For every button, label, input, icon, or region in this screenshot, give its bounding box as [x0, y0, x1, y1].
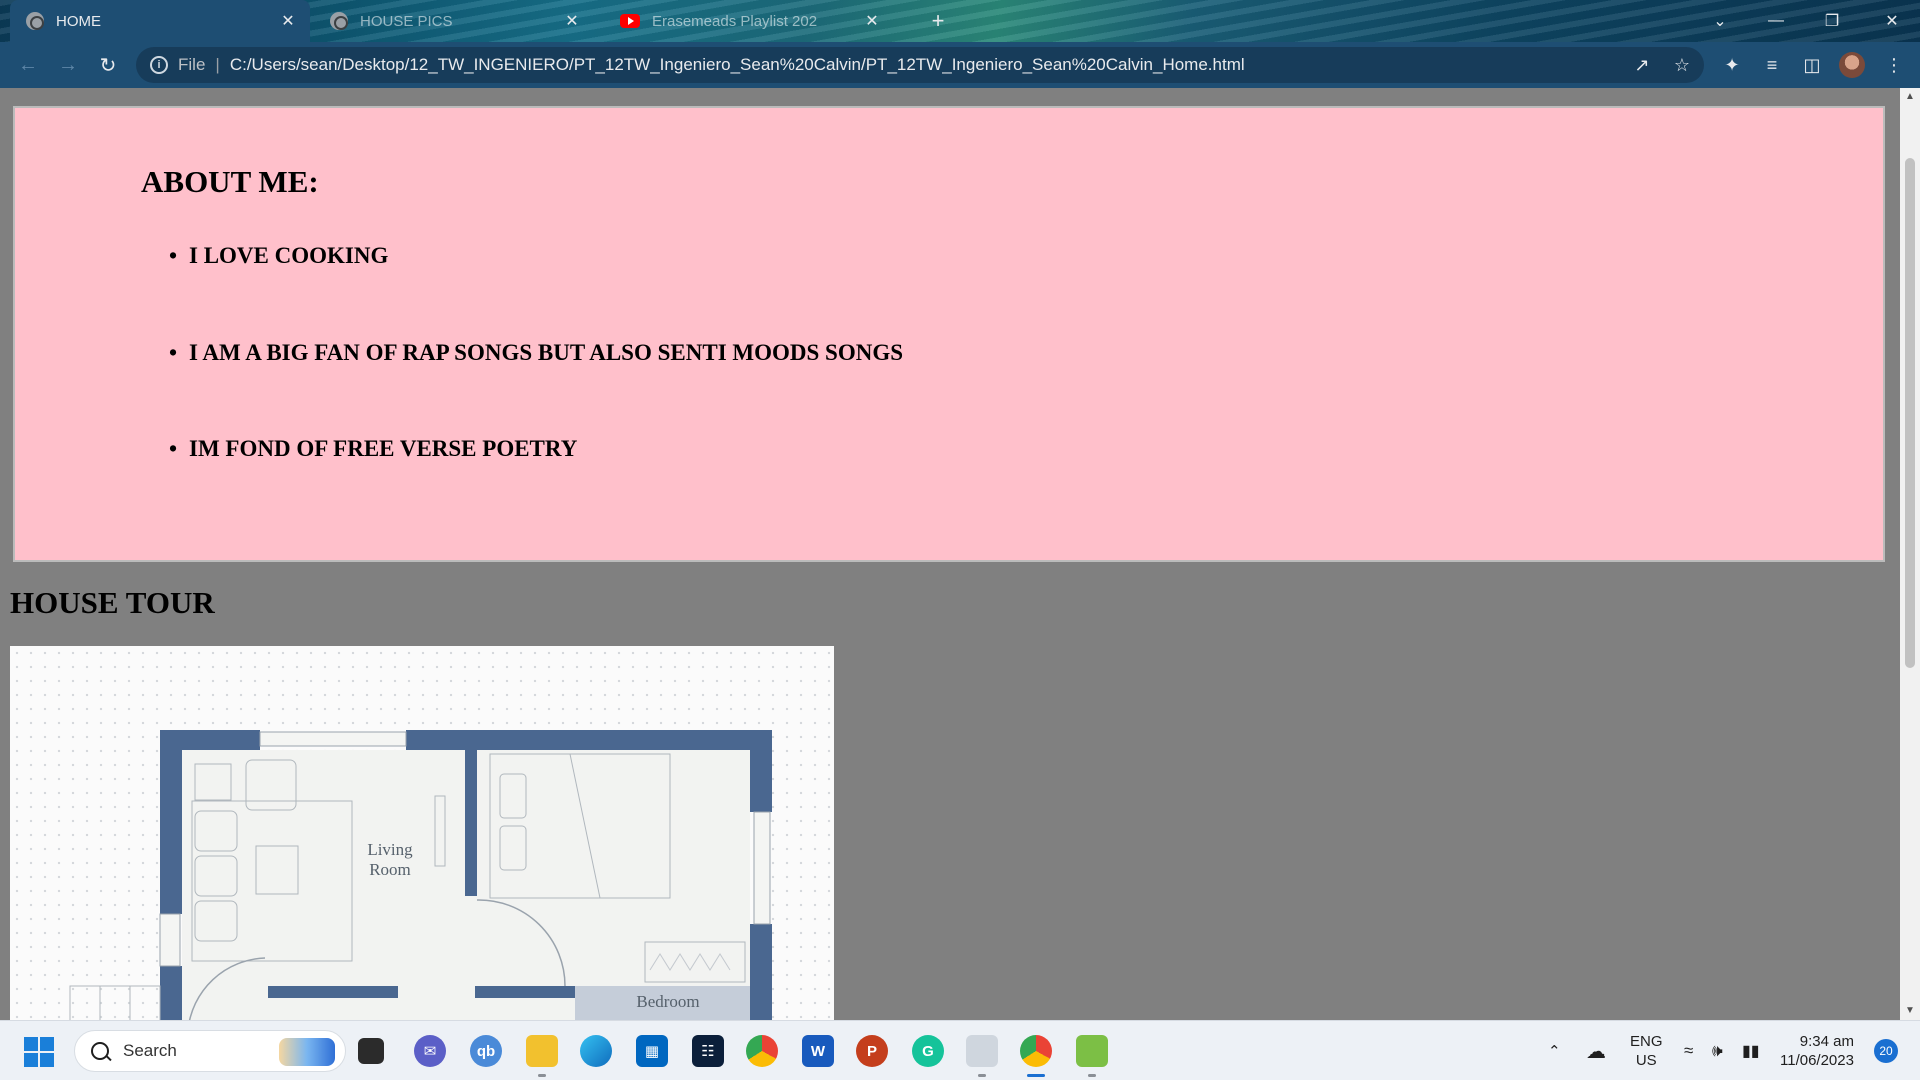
chrome-profile-icon[interactable]: [1020, 1035, 1052, 1077]
minimize-button[interactable]: —: [1748, 0, 1804, 42]
show-hidden-icons-chevron-icon[interactable]: ⌃: [1548, 1021, 1561, 1080]
paint-icon[interactable]: [1076, 1035, 1108, 1077]
menu-kebab-icon[interactable]: ⋮: [1882, 55, 1906, 77]
language-line2: US: [1635, 1052, 1657, 1069]
tab-label: Erasemeads Playlist 202: [652, 12, 818, 30]
tab-label: HOME: [56, 12, 101, 30]
youtube-icon: [620, 14, 640, 28]
restore-button[interactable]: ❐: [1804, 0, 1860, 42]
globe-icon: [26, 12, 44, 30]
list-item: I LOVE COOKING: [169, 243, 388, 269]
language-indicator[interactable]: ENG US: [1630, 1021, 1663, 1080]
close-tab-icon[interactable]: ✕: [562, 11, 582, 31]
site-info-icon[interactable]: i: [150, 56, 168, 74]
extensions-puzzle-icon[interactable]: ✦: [1720, 55, 1744, 77]
scroll-up-arrow-icon[interactable]: ▲: [1900, 88, 1920, 106]
tab-label: HOUSE PICS: [360, 12, 453, 30]
close-tab-icon[interactable]: ✕: [278, 11, 298, 31]
task-view-icon[interactable]: [358, 1038, 384, 1064]
page-scrollbar[interactable]: ▲ ▼: [1900, 88, 1920, 1020]
search-label: Search: [123, 1041, 177, 1060]
search-highlight-illustration: [279, 1038, 335, 1066]
search-icon: [91, 1042, 109, 1060]
globe-icon: [330, 12, 348, 30]
close-tab-icon[interactable]: ✕: [862, 11, 882, 31]
windows-taskbar: Search ✉ qb ▦ ☷ W P G ⌃ ☁ ENG US ≈ 🕪 ▮▮ …: [0, 1020, 1920, 1080]
tab-search-dropdown-icon[interactable]: ⌄: [1692, 0, 1748, 42]
qb-app-icon[interactable]: qb: [470, 1035, 502, 1067]
wifi-icon[interactable]: ≈: [1684, 1021, 1693, 1080]
battery-icon[interactable]: ▮▮: [1742, 1021, 1760, 1080]
bookmark-star-icon[interactable]: ☆: [1672, 55, 1692, 75]
windows-start-icon[interactable]: [24, 1037, 54, 1067]
side-panel-icon[interactable]: ◫: [1800, 55, 1824, 77]
edge-icon[interactable]: [580, 1035, 612, 1067]
volume-icon[interactable]: 🕪: [1712, 1021, 1723, 1080]
share-icon[interactable]: ↗: [1632, 55, 1652, 75]
chrome-icon[interactable]: [746, 1035, 778, 1067]
url-scheme: File: [178, 55, 206, 74]
word-icon[interactable]: W: [802, 1035, 834, 1067]
scrollbar-thumb[interactable]: [1905, 158, 1915, 668]
address-bar[interactable]: i File | C:/Users/sean/Desktop/12_TW_ING…: [136, 47, 1704, 83]
browser-toolbar: ← → ↻ i File | C:/Users/sean/Desktop/12_…: [0, 42, 1920, 88]
notification-badge[interactable]: 20: [1874, 1039, 1898, 1063]
browser-tab-strip: HOME ✕ HOUSE PICS ✕ Erasemeads Playlist …: [0, 0, 1920, 42]
floor-plan-image: Living Room Bedroom: [10, 646, 834, 1020]
taskbar-search-box[interactable]: Search: [74, 1030, 346, 1072]
profile-avatar[interactable]: [1839, 52, 1865, 78]
room-label-living: Living: [367, 840, 413, 859]
tab-house-pics[interactable]: HOUSE PICS ✕: [318, 0, 594, 42]
teams-icon[interactable]: ✉: [414, 1035, 446, 1067]
powerpoint-icon[interactable]: P: [856, 1035, 888, 1067]
close-window-button[interactable]: ✕: [1864, 0, 1920, 42]
page-viewport: ABOUT ME: I LOVE COOKING I AM A BIG FAN …: [0, 88, 1900, 1020]
about-me-heading: ABOUT ME:: [141, 164, 319, 199]
clock-date: 11/06/2023: [1780, 1052, 1854, 1069]
room-label-room: Room: [369, 860, 411, 879]
url-separator: |: [215, 55, 220, 74]
store-icon[interactable]: ▦: [636, 1035, 668, 1067]
list-item: I AM A BIG FAN OF RAP SONGS BUT ALSO SEN…: [169, 340, 903, 366]
house-tour-heading: HOUSE TOUR: [10, 585, 215, 620]
floor-plan-drawing: Living Room Bedroom: [69, 730, 772, 1020]
scroll-down-arrow-icon[interactable]: ▼: [1900, 1002, 1920, 1020]
forward-arrow-icon[interactable]: →: [48, 47, 88, 83]
notepad-icon[interactable]: [966, 1035, 998, 1077]
list-item: IM FOND OF FREE VERSE POETRY: [169, 436, 577, 462]
file-explorer-icon[interactable]: [526, 1035, 558, 1077]
new-tab-button[interactable]: +: [924, 8, 952, 34]
grammarly-icon[interactable]: G: [912, 1035, 944, 1067]
back-arrow-icon[interactable]: ←: [8, 47, 48, 83]
url-text[interactable]: C:/Users/sean/Desktop/12_TW_INGENIERO/PT…: [230, 55, 1245, 75]
language-line1: ENG: [1630, 1033, 1663, 1050]
onedrive-cloud-icon[interactable]: ☁: [1586, 1021, 1606, 1080]
reading-list-icon[interactable]: ≡: [1760, 55, 1784, 77]
tab-youtube-playlist[interactable]: Erasemeads Playlist 202 ✕: [608, 0, 894, 42]
clock[interactable]: 9:34 am 11/06/2023: [1780, 1021, 1854, 1080]
dev-app-icon[interactable]: ☷: [692, 1035, 724, 1067]
room-label-bedroom: Bedroom: [636, 992, 699, 1011]
tab-home[interactable]: HOME ✕: [10, 0, 310, 42]
clock-time: 9:34 am: [1799, 1033, 1854, 1050]
reload-icon[interactable]: ↻: [88, 47, 128, 83]
about-me-section: ABOUT ME: I LOVE COOKING I AM A BIG FAN …: [13, 106, 1885, 562]
